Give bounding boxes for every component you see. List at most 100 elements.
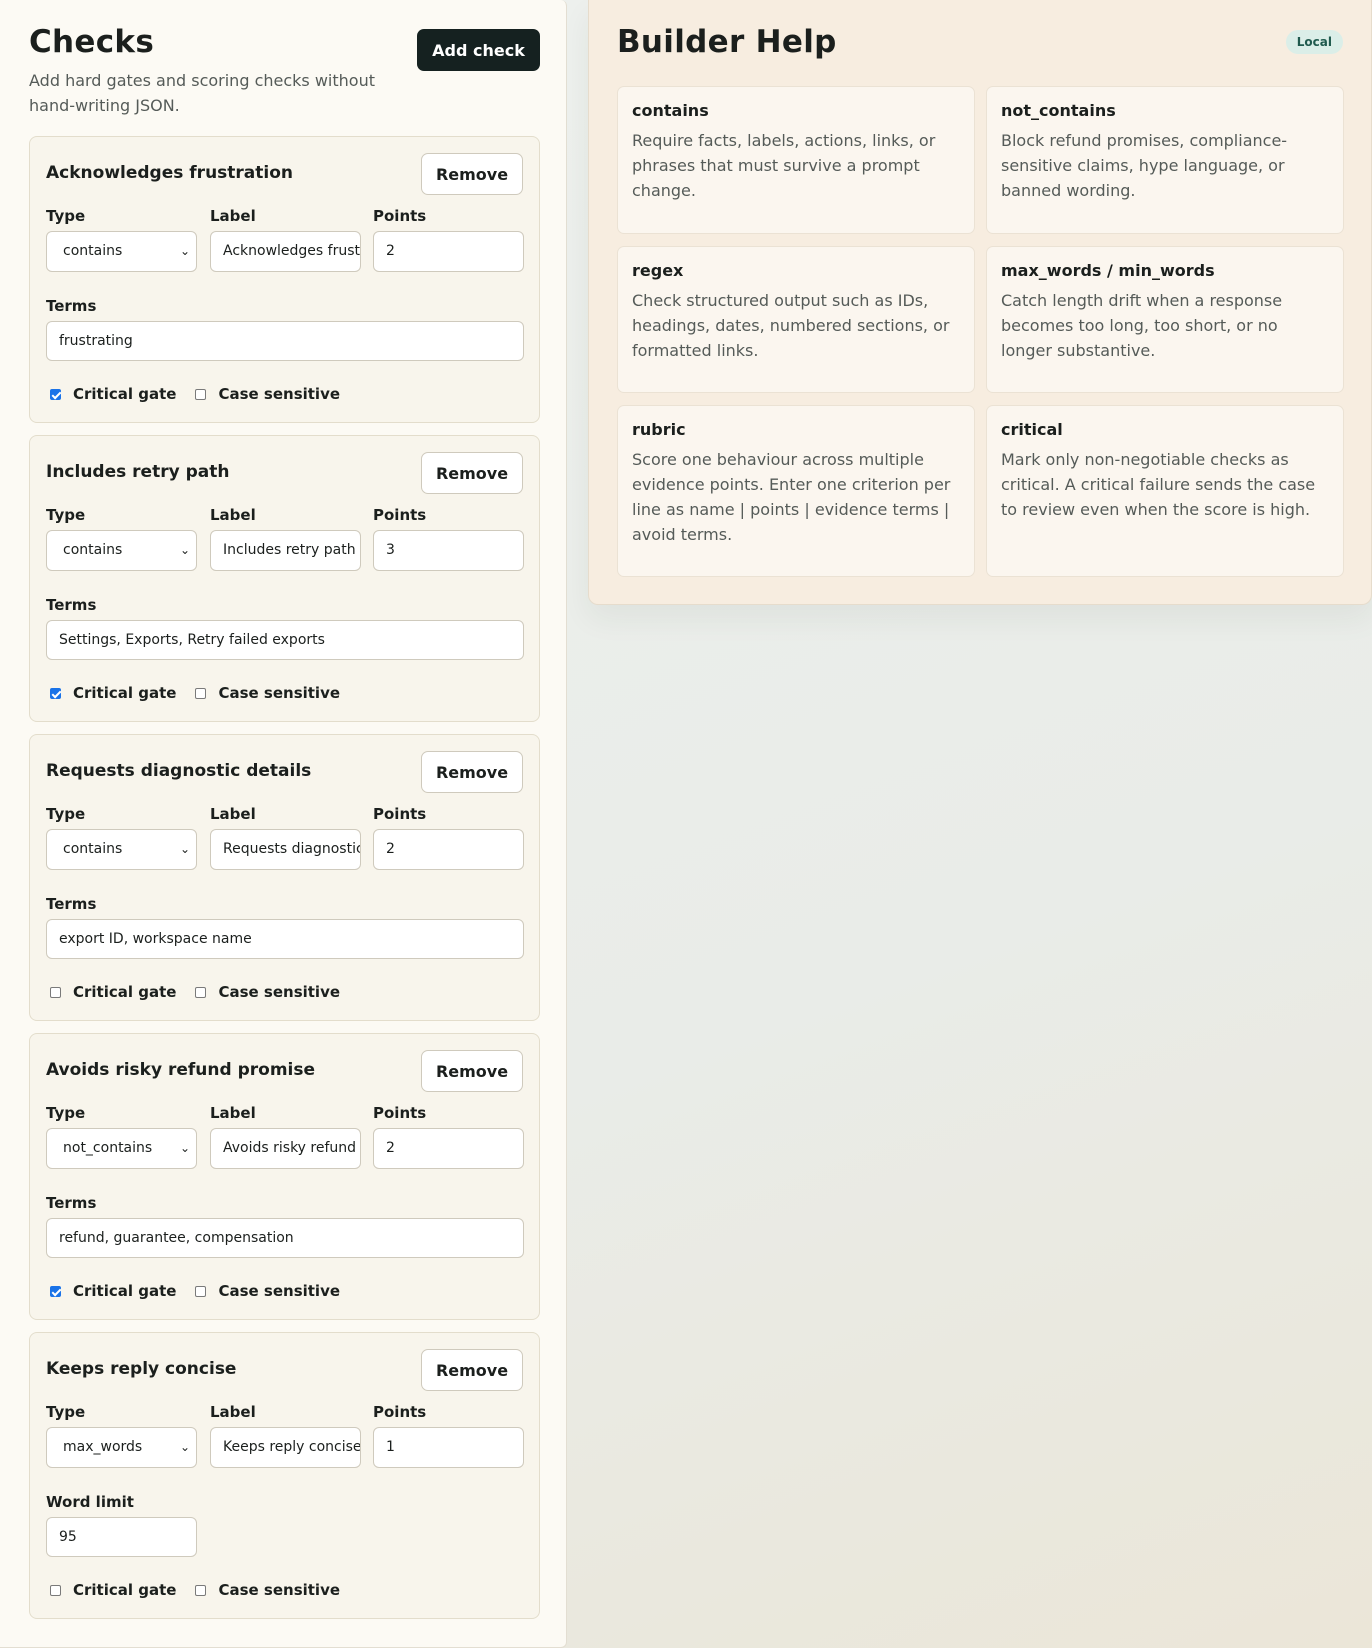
- terms-input[interactable]: export ID, workspace name: [46, 919, 524, 959]
- critical-gate-checkbox[interactable]: [50, 687, 61, 699]
- case-sensitive-checkbox[interactable]: [195, 687, 207, 699]
- points-label: Points: [373, 1403, 427, 1421]
- critical-gate-checkbox[interactable]: [50, 1584, 61, 1596]
- label-label: Label: [210, 506, 256, 524]
- check-card: Avoids risky refund promise Remove Type …: [29, 1033, 540, 1320]
- critical-gate-checkbox[interactable]: [50, 986, 61, 998]
- builder-help-panel: Builder Help Local contains Require fact…: [588, 0, 1372, 605]
- critical-gate-label: Critical gate: [73, 385, 177, 403]
- help-card-desc: Catch length drift when a response becom…: [1001, 291, 1283, 360]
- points-label: Points: [373, 805, 427, 823]
- help-card: max_words / min_words Catch length drift…: [986, 246, 1344, 393]
- case-sensitive-checkbox[interactable]: [195, 1285, 207, 1297]
- type-select[interactable]: contains ⌄: [46, 829, 197, 870]
- label-input[interactable]: Keeps reply concise: [210, 1427, 361, 1468]
- label-label: Label: [210, 805, 256, 823]
- terms-input[interactable]: frustrating: [46, 321, 524, 361]
- points-input[interactable]: 3: [373, 530, 524, 571]
- help-card-title: regex: [632, 261, 684, 280]
- chevron-down-icon: ⌄: [179, 1141, 190, 1155]
- type-select-value: contains: [63, 841, 123, 857]
- help-card-title: contains: [632, 101, 709, 120]
- terms-label: Terms: [46, 596, 97, 614]
- type-select-value: not_contains: [63, 1140, 153, 1156]
- check-card-title: Includes retry path: [46, 462, 230, 482]
- help-card-title: critical: [1001, 420, 1063, 439]
- check-card-title: Requests diagnostic details: [46, 761, 312, 781]
- help-card: contains Require facts, labels, actions,…: [617, 86, 975, 234]
- type-select[interactable]: contains ⌄: [46, 530, 197, 571]
- help-card: critical Mark only non-negotiable checks…: [986, 405, 1344, 577]
- terms-input[interactable]: refund, guarantee, compensation: [46, 1218, 524, 1258]
- help-card-desc: Mark only non-negotiable checks as criti…: [1001, 450, 1316, 519]
- type-label: Type: [46, 1104, 86, 1122]
- case-sensitive-checkbox[interactable]: [195, 986, 207, 998]
- terms-label: Terms: [46, 1194, 97, 1212]
- critical-gate-label: Critical gate: [73, 1282, 177, 1300]
- type-select[interactable]: max_words ⌄: [46, 1427, 197, 1468]
- check-options: Critical gate Case sensitive: [46, 1282, 340, 1300]
- type-label: Type: [46, 207, 86, 225]
- word-limit-input[interactable]: 95: [46, 1517, 197, 1557]
- chevron-down-icon: ⌄: [179, 244, 190, 258]
- help-card: rubric Score one behaviour across multip…: [617, 405, 975, 577]
- check-card: Keeps reply concise Remove Type Label Po…: [29, 1332, 540, 1619]
- chevron-down-icon: ⌄: [179, 1440, 190, 1454]
- help-card-title: max_words / min_words: [1001, 261, 1215, 280]
- help-card: regex Check structured output such as ID…: [617, 246, 975, 393]
- chevron-down-icon: ⌄: [179, 543, 190, 557]
- case-sensitive-checkbox[interactable]: [195, 1584, 207, 1596]
- case-sensitive-label: Case sensitive: [218, 684, 341, 702]
- remove-check-button[interactable]: Remove: [421, 153, 523, 195]
- terms-label: Terms: [46, 297, 97, 315]
- check-options: Critical gate Case sensitive: [46, 684, 340, 702]
- add-check-button[interactable]: Add check: [417, 29, 540, 71]
- critical-gate-label: Critical gate: [73, 684, 177, 702]
- checks-subtitle: Add hard gates and scoring checks withou…: [29, 71, 375, 115]
- type-select[interactable]: contains ⌄: [46, 231, 197, 272]
- points-input[interactable]: 2: [373, 1128, 524, 1169]
- help-card-desc: Score one behaviour across multiple evid…: [632, 450, 951, 544]
- label-input[interactable]: Acknowledges frustration: [210, 231, 361, 272]
- terms-label: Terms: [46, 895, 97, 913]
- check-options: Critical gate Case sensitive: [46, 385, 340, 403]
- type-label: Type: [46, 805, 86, 823]
- check-card-title: Acknowledges frustration: [46, 163, 294, 183]
- type-label: Type: [46, 506, 86, 524]
- checks-title: Checks: [29, 24, 155, 60]
- remove-check-button[interactable]: Remove: [421, 452, 523, 494]
- local-badge: Local: [1285, 30, 1343, 54]
- label-input[interactable]: Requests diagnostic details: [210, 829, 361, 870]
- help-card-title: not_contains: [1001, 101, 1116, 120]
- help-card-desc: Check structured output such as IDs, hea…: [632, 291, 950, 360]
- remove-check-button[interactable]: Remove: [421, 1050, 523, 1092]
- critical-gate-checkbox[interactable]: [50, 388, 61, 400]
- points-input[interactable]: 2: [373, 829, 524, 870]
- label-label: Label: [210, 1104, 256, 1122]
- remove-check-button[interactable]: Remove: [421, 751, 523, 793]
- builder-help-title: Builder Help: [617, 24, 837, 60]
- type-select[interactable]: not_contains ⌄: [46, 1128, 197, 1169]
- check-card: Includes retry path Remove Type Label Po…: [29, 435, 540, 722]
- label-input[interactable]: Avoids risky refund promise: [210, 1128, 361, 1169]
- label-input[interactable]: Includes retry path: [210, 530, 361, 571]
- critical-gate-label: Critical gate: [73, 1581, 177, 1599]
- points-input[interactable]: 2: [373, 231, 524, 272]
- remove-check-button[interactable]: Remove: [421, 1349, 523, 1391]
- terms-input[interactable]: Settings, Exports, Retry failed exports: [46, 620, 524, 660]
- help-card-title: rubric: [632, 420, 686, 439]
- type-select-value: max_words: [63, 1439, 143, 1455]
- check-card-title: Avoids risky refund promise: [46, 1060, 316, 1080]
- check-options: Critical gate Case sensitive: [46, 1581, 340, 1599]
- help-card-desc: Block refund promises, compliance-sensit…: [1001, 131, 1288, 200]
- case-sensitive-label: Case sensitive: [218, 983, 341, 1001]
- type-select-value: contains: [63, 243, 123, 259]
- points-input[interactable]: 1: [373, 1427, 524, 1468]
- type-select-value: contains: [63, 542, 123, 558]
- critical-gate-checkbox[interactable]: [50, 1285, 61, 1297]
- points-label: Points: [373, 506, 427, 524]
- case-sensitive-checkbox[interactable]: [195, 388, 207, 400]
- label-label: Label: [210, 1403, 256, 1421]
- check-card: Requests diagnostic details Remove Type …: [29, 734, 540, 1021]
- help-card-desc: Require facts, labels, actions, links, o…: [632, 131, 936, 200]
